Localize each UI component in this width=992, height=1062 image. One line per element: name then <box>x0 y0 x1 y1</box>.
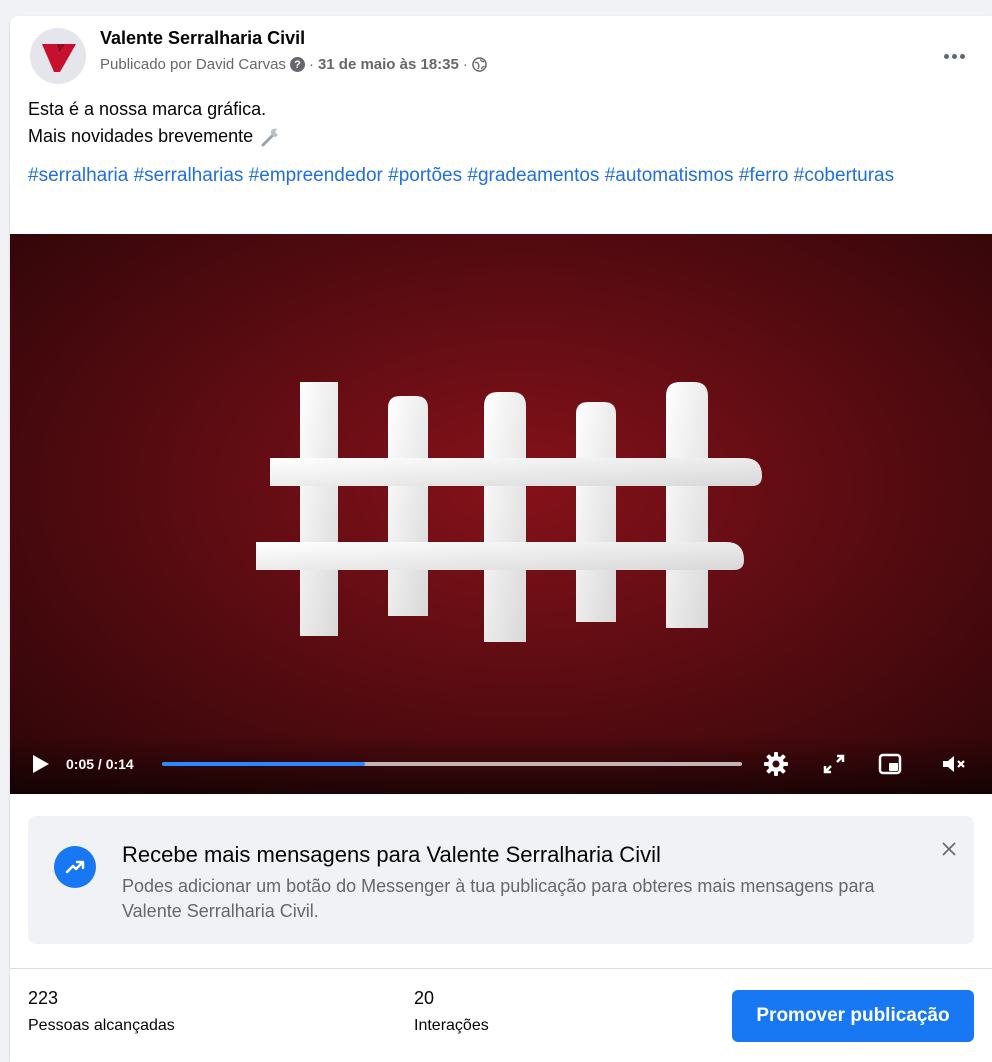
messenger-suggestion-banner: Recebe mais mensagens para Valente Serra… <box>28 816 974 944</box>
post-text: Esta é a nossa marca gráfica. Mais novid… <box>28 96 968 150</box>
post-date[interactable]: 31 de maio às 18:35 <box>318 56 459 73</box>
trending-up-icon <box>54 846 96 888</box>
globe-icon[interactable] <box>472 57 487 72</box>
settings-gear-icon[interactable] <box>762 750 790 778</box>
dot-icon <box>951 53 957 59</box>
picture-in-picture-icon[interactable] <box>876 750 904 778</box>
hashtag-link[interactable]: #coberturas <box>794 165 894 186</box>
post-text-line-2: Mais novidades brevemente <box>28 126 254 146</box>
fence-logo-graphic <box>256 382 762 642</box>
help-icon[interactable]: ? <box>289 57 305 72</box>
page-name-link[interactable]: Valente Serralharia Civil <box>100 28 305 49</box>
post-text-line-1: Esta é a nossa marca gráfica. <box>28 99 267 119</box>
reach-value: 223 <box>28 988 59 1008</box>
hashtags: #serralharia #serralharias #empreendedor… <box>28 162 958 190</box>
hashtag-link[interactable]: #serralharia <box>28 165 128 186</box>
video-controls: 0:05 / 0:14 <box>10 734 992 794</box>
meta-separator-2: · <box>462 56 468 73</box>
video-progress-fill <box>162 762 365 766</box>
post-meta: Publicado por David Carvas ? · 31 de mai… <box>100 56 487 73</box>
published-by[interactable]: Publicado por David Carvas <box>100 56 286 73</box>
promote-post-button[interactable]: Promover publicação <box>732 990 974 1042</box>
valente-logo-icon <box>30 28 86 84</box>
post-text-line-2-wrap: Mais novidades brevemente <box>28 123 968 150</box>
close-icon <box>942 842 956 856</box>
page-avatar[interactable] <box>30 28 86 84</box>
reach-label: Pessoas alcançadas <box>28 1017 175 1034</box>
reach-stat[interactable]: 223 Pessoas alcançadas <box>28 988 175 1035</box>
more-options-button[interactable] <box>936 38 972 74</box>
interactions-value: 20 <box>414 988 435 1008</box>
interactions-stat[interactable]: 20 Interações <box>414 988 489 1035</box>
interactions-label: Interações <box>414 1017 489 1034</box>
hashtag-link[interactable]: #portões <box>388 165 462 186</box>
fullscreen-icon[interactable] <box>820 750 848 778</box>
banner-title: Recebe mais mensagens para Valente Serra… <box>122 842 661 867</box>
hashtag-link[interactable]: #empreendedor <box>249 165 383 186</box>
mute-icon[interactable] <box>940 750 968 778</box>
hashtag-link[interactable]: #automatismos <box>605 165 734 186</box>
video-time: 0:05 / 0:14 <box>66 756 134 772</box>
meta-separator: · <box>308 56 314 73</box>
post-card: Valente Serralharia Civil Publicado por … <box>10 16 992 1062</box>
hashtag-link[interactable]: #gradeamentos <box>467 165 599 186</box>
play-icon[interactable] <box>28 752 52 776</box>
close-banner-button[interactable] <box>934 834 964 864</box>
post-header: Valente Serralharia Civil Publicado por … <box>10 16 992 96</box>
dot-icon <box>959 53 965 59</box>
wrench-emoji-icon <box>261 128 279 146</box>
video-player[interactable]: 0:05 / 0:14 <box>10 234 992 794</box>
dot-icon <box>943 53 949 59</box>
hashtag-link[interactable]: #ferro <box>739 165 789 186</box>
divider <box>10 968 992 969</box>
video-progress-bar[interactable] <box>162 762 742 766</box>
banner-description: Podes adicionar um botão do Messenger à … <box>122 876 875 921</box>
hashtag-link[interactable]: #serralharias <box>134 165 244 186</box>
